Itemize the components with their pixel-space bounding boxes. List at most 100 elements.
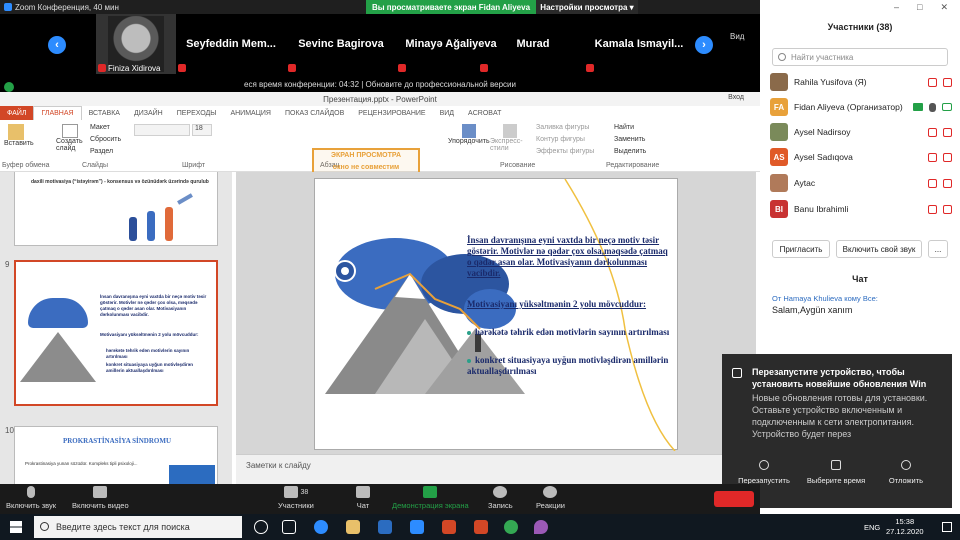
section-button[interactable]: Раздел: [90, 148, 113, 155]
mic-muted-icon: [928, 152, 937, 162]
more-button[interactable]: ...: [928, 240, 948, 258]
snooze-button[interactable]: Отложить: [868, 460, 944, 485]
participant-row[interactable]: Rahila Yusifova (Я): [770, 70, 952, 94]
mic-muted-icon: [928, 204, 937, 214]
invite-button[interactable]: Пригласить: [772, 240, 830, 258]
maximize-icon[interactable]: □: [917, 2, 922, 12]
window-controls: – □ ✕: [760, 0, 960, 14]
login-link[interactable]: Вход: [728, 94, 744, 101]
windows-start-icon[interactable]: [10, 521, 22, 533]
next-page-button[interactable]: ›: [695, 36, 713, 54]
avatar: BI: [770, 200, 788, 218]
tab-home[interactable]: ГЛАВНАЯ: [33, 106, 82, 120]
camera-off-icon: [943, 204, 952, 214]
share-screen-button[interactable]: Демонстрация экрана: [392, 486, 469, 510]
participant-row[interactable]: BI Banu Ibrahimli: [770, 197, 952, 221]
view-button[interactable]: Вид: [730, 32, 744, 41]
unmute-button[interactable]: Включить звук: [6, 486, 56, 510]
tab-acrobat[interactable]: ACROBAT: [461, 106, 508, 120]
end-meeting-button[interactable]: [714, 491, 754, 507]
slide-paragraph-1: İnsan davranışına eyni vaxtda bir neçə m…: [467, 235, 668, 278]
minimize-icon[interactable]: –: [894, 2, 899, 12]
record-button[interactable]: Запись: [488, 486, 513, 510]
task-view-icon[interactable]: [282, 520, 296, 534]
slide-thumbnail[interactable]: daxili motivasiya (“istəyirəm”) - konsen…: [14, 172, 218, 246]
video-tile[interactable]: Sevinc Bagirova: [286, 14, 396, 74]
thumb-bullet: konkret situasiyaya uyğun motivləşdirən …: [106, 362, 194, 373]
video-tile[interactable]: Finiza Xidirova: [96, 14, 176, 74]
layout-button[interactable]: Макет: [90, 124, 110, 131]
participant-search-input[interactable]: Найти участника: [772, 48, 948, 66]
camera-off-icon: [93, 486, 108, 498]
screen-share-icon: [913, 102, 923, 111]
notifications-icon[interactable]: [942, 522, 952, 532]
slide-thumbnail-selected[interactable]: İnsan davranışına eyni vaxtda bir neçə m…: [14, 260, 218, 406]
video-tile[interactable]: Murad: [478, 14, 588, 74]
shape-effects-button[interactable]: Эффекты фигуры: [536, 148, 594, 155]
pick-time-button[interactable]: Выберите время: [798, 460, 874, 485]
participant-row[interactable]: Aytac: [770, 171, 952, 195]
chat-button[interactable]: Чат: [356, 486, 370, 510]
slide-number: 9: [5, 260, 10, 269]
tab-slideshow[interactable]: ПОКАЗ СЛАЙДОВ: [278, 106, 351, 120]
reactions-button[interactable]: Реакции: [536, 486, 565, 510]
paint-icon[interactable]: [534, 520, 548, 534]
video-strip: ‹ Finiza Xidirova Seyfeddin Mem... Sevin…: [0, 14, 760, 76]
search-icon: [778, 53, 786, 61]
participant-row[interactable]: AS Aysel Sadıqova: [770, 145, 952, 169]
restart-button[interactable]: Перезапустить: [726, 460, 802, 485]
participant-row[interactable]: FA Fidan Aliyeva (Организатор): [770, 95, 952, 119]
current-slide[interactable]: İnsan davranışına eyni vaxtda bir neçə m…: [314, 178, 678, 451]
start-video-button[interactable]: Включить видео: [72, 486, 129, 510]
tab-insert[interactable]: ВСТАВКА: [82, 106, 127, 120]
avatar: FA: [770, 98, 788, 116]
tab-review[interactable]: РЕЦЕНЗИРОВАНИЕ: [351, 106, 432, 120]
ppt-title: Презентация.pptx - PowerPoint: [323, 94, 437, 104]
paste-button[interactable]: Вставить: [4, 124, 34, 154]
participants-button[interactable]: 38 Участники: [278, 486, 314, 510]
system-clock[interactable]: 15:38 27.12.2020: [886, 517, 924, 537]
shape-outline-button[interactable]: Контур фигуры: [536, 136, 585, 143]
tab-design[interactable]: ДИЗАЙН: [127, 106, 170, 120]
tab-animation[interactable]: АНИМАЦИЯ: [223, 106, 278, 120]
taskbar-search-input[interactable]: Введите здесь текст для поиска: [34, 516, 242, 538]
quick-styles-button[interactable]: Экспресс-стили: [490, 124, 530, 152]
timer-text: еся время конференции: 04:32 | Обновите …: [244, 79, 516, 89]
powerpoint-icon[interactable]: [474, 520, 488, 534]
unmute-me-button[interactable]: Включить свой звук: [836, 240, 922, 258]
video-tile[interactable]: Seyfeddin Mem...: [176, 14, 286, 74]
language-indicator[interactable]: ENG: [864, 523, 880, 532]
font-size-select[interactable]: 18: [192, 124, 212, 136]
slide-thumbnail[interactable]: PROKRASTİNASİYA SİNDROMU Prokrastinasiya…: [14, 426, 218, 484]
find-button[interactable]: Найти: [614, 124, 634, 131]
font-name-select[interactable]: [134, 124, 190, 136]
shape-fill-button[interactable]: Заливка фигуры: [536, 124, 589, 131]
file-explorer-icon[interactable]: [346, 520, 360, 534]
arrange-button[interactable]: Упорядочить: [448, 124, 490, 145]
tile-name: Seyfeddin Mem...: [186, 38, 276, 50]
slide-thumbnails[interactable]: daxili motivasiya (“istəyirəm”) - konsen…: [0, 172, 232, 484]
participant-row[interactable]: Aysel Nadirsoy: [770, 120, 952, 144]
view-settings-button[interactable]: Настройки просмотра ▾: [536, 0, 638, 14]
store-icon[interactable]: [378, 520, 392, 534]
chrome-icon[interactable]: [504, 520, 518, 534]
reset-button[interactable]: Сбросить: [90, 136, 121, 143]
tab-view[interactable]: ВИД: [433, 106, 461, 120]
zoom-taskbar-icon[interactable]: [410, 520, 424, 534]
prev-page-button[interactable]: ‹: [48, 36, 66, 54]
replace-button[interactable]: Заменить: [614, 136, 645, 143]
shield-icon[interactable]: [4, 82, 14, 92]
bullet-icon: [467, 330, 471, 335]
cortana-icon[interactable]: [254, 520, 268, 534]
share-screen-icon: [423, 486, 438, 498]
tab-file[interactable]: ФАЙЛ: [0, 106, 34, 120]
notes-pane[interactable]: Заметки к слайду: [236, 454, 756, 484]
close-icon[interactable]: ✕: [940, 2, 948, 13]
office-icon[interactable]: [442, 520, 456, 534]
new-slide-button[interactable]: Создать слайд: [56, 124, 84, 152]
video-tile[interactable]: Kamala Ismayil...: [584, 14, 694, 74]
thumb-bullet: hərəkətə təhrik edən motivlərin sayının …: [106, 348, 190, 359]
tab-transitions[interactable]: ПЕРЕХОДЫ: [170, 106, 224, 120]
edge-icon[interactable]: [314, 520, 328, 534]
select-button[interactable]: Выделить: [614, 148, 646, 155]
